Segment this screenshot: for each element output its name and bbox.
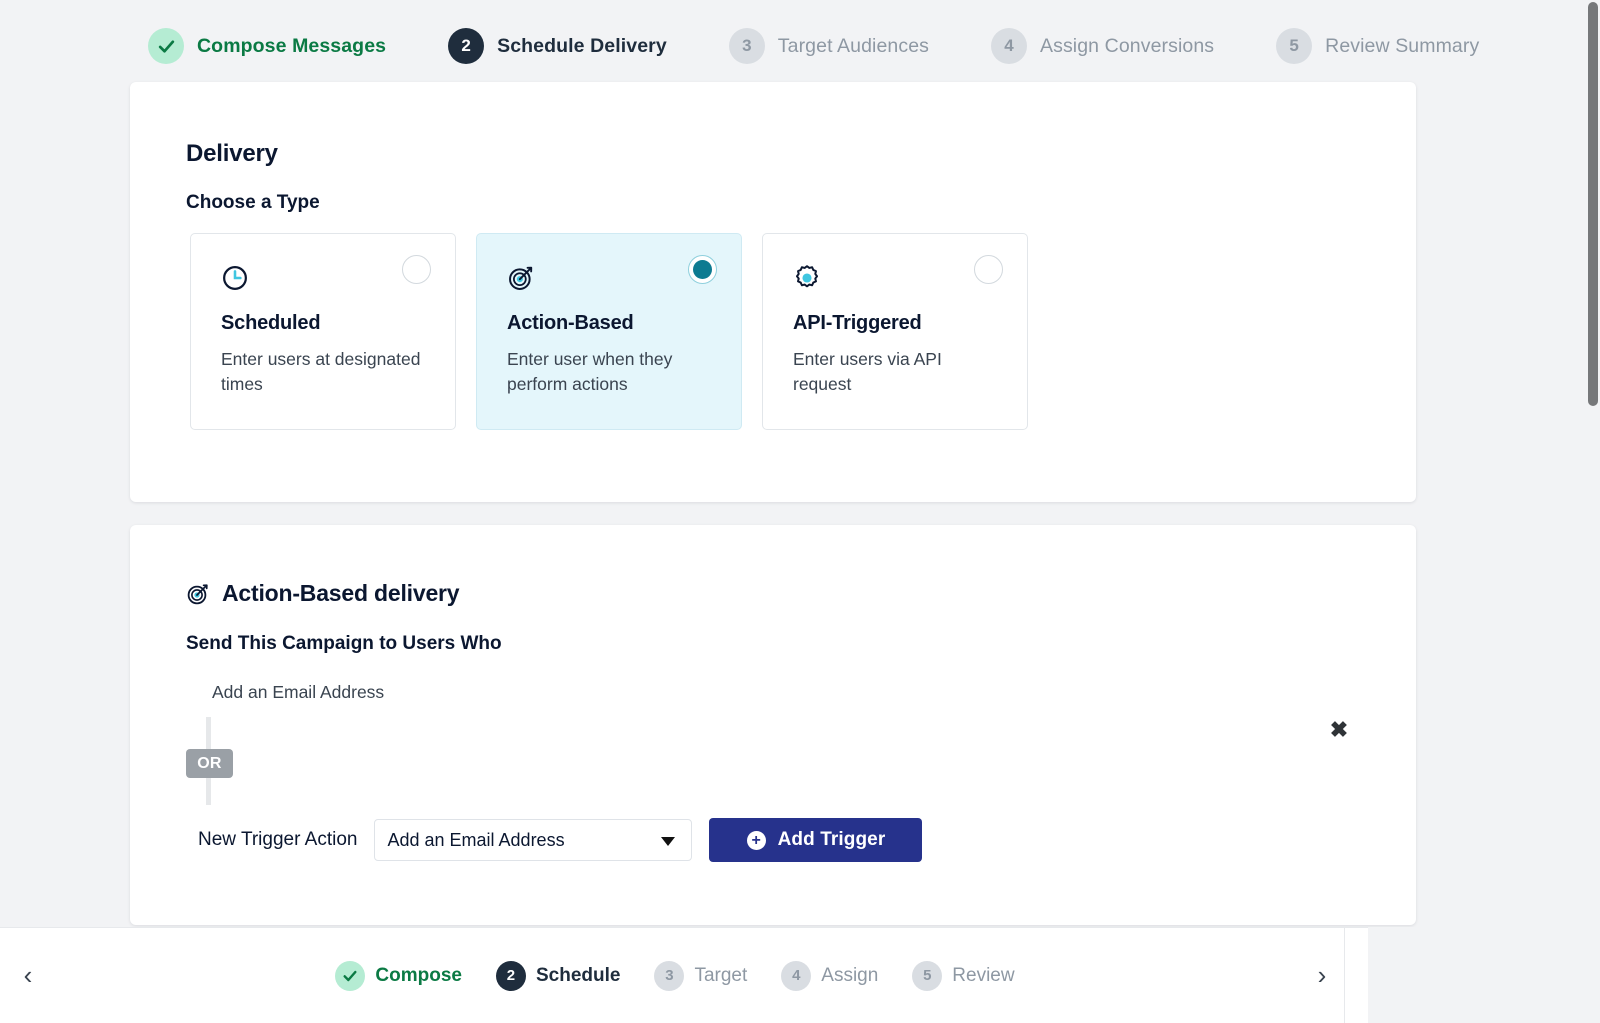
stepper-label-target: Target Audiences — [777, 34, 929, 57]
mini-step-number-5: 5 — [912, 960, 943, 991]
top-stepper: Compose Messages 2 Schedule Delivery 3 T… — [0, 0, 1592, 92]
delivery-type-card-scheduled[interactable]: Scheduled Enter users at designated time… — [190, 233, 456, 430]
new-trigger-row: New Trigger Action Add an Email Address … — [198, 818, 923, 862]
stepper-label-schedule: Schedule Delivery — [497, 34, 667, 57]
delivery-type-name-scheduled: Scheduled — [221, 312, 321, 334]
stepper-label-assign: Assign Conversions — [1040, 34, 1215, 57]
clock-icon — [221, 264, 249, 292]
mini-step-label-schedule: Schedule — [535, 964, 621, 986]
stepper-item-review[interactable]: 5 Review Summary — [1276, 28, 1479, 64]
delivery-type-card-action-based[interactable]: Action-Based Enter user when they perfor… — [476, 233, 742, 430]
scrollbar-thumb[interactable] — [1588, 2, 1598, 406]
radio-scheduled[interactable] — [402, 255, 431, 284]
mini-step-number-2: 2 — [495, 960, 526, 991]
mini-step-label-review: Review — [952, 964, 1015, 986]
delivery-type-desc-action-based: Enter user when they perform actions — [507, 349, 673, 394]
vertical-scrollbar[interactable] — [1586, 0, 1600, 928]
mini-step-number-3: 3 — [654, 960, 685, 991]
delivery-type-card-api-triggered[interactable]: API-Triggered Enter users via API reques… — [762, 233, 1028, 430]
add-trigger-button[interactable]: + Add Trigger — [709, 818, 923, 862]
send-campaign-heading: Send This Campaign to Users Who — [186, 633, 502, 654]
delivery-type-name-action-based: Action-Based — [507, 312, 634, 334]
previous-step-icon[interactable]: ‹ — [6, 954, 50, 998]
add-trigger-label: Add Trigger — [777, 829, 886, 850]
radio-action-based[interactable] — [688, 255, 717, 284]
trigger-action-selected-value: Add an Email Address — [387, 829, 565, 850]
stepper-label-compose: Compose Messages — [197, 34, 387, 57]
delivery-type-desc-api-triggered: Enter users via API request — [793, 349, 942, 394]
bottom-mini-stepper: Compose 2 Schedule 3 Target 4 Assign 5 R… — [50, 960, 1300, 991]
plus-icon: + — [746, 830, 766, 850]
check-icon — [148, 28, 184, 64]
step-number-5: 5 — [1276, 28, 1313, 64]
delivery-type-grid: Scheduled Enter users at designated time… — [190, 233, 1028, 430]
stepper-item-compose[interactable]: Compose Messages — [148, 28, 386, 64]
close-icon[interactable]: ✖ — [1328, 717, 1350, 743]
step-number-4: 4 — [991, 28, 1027, 64]
next-step-icon[interactable]: › — [1300, 954, 1344, 998]
new-trigger-action-label: New Trigger Action — [198, 829, 358, 850]
delivery-type-name-api-triggered: API-Triggered — [793, 312, 922, 334]
gear-icon — [793, 264, 821, 292]
trigger-action-select[interactable]: Add an Email Address — [374, 819, 693, 861]
existing-trigger-label: Add an Email Address — [212, 682, 385, 702]
target-icon — [507, 264, 535, 292]
step-number-3: 3 — [728, 28, 765, 64]
mini-step-label-target: Target — [694, 964, 748, 986]
stepper-label-review: Review Summary — [1325, 34, 1480, 57]
step-number-2: 2 — [448, 28, 485, 64]
or-badge: OR — [186, 749, 233, 778]
target-icon — [186, 582, 210, 606]
action-based-title-row: Action-Based delivery — [186, 580, 460, 607]
check-icon — [335, 960, 366, 991]
choose-a-type-heading: Choose a Type — [186, 192, 320, 213]
mini-step-compose[interactable]: Compose — [335, 960, 462, 991]
bottom-bar-divider — [1344, 927, 1345, 1023]
action-based-title: Action-Based delivery — [222, 580, 460, 606]
radio-api-triggered[interactable] — [974, 255, 1003, 284]
bottom-right-background — [1368, 927, 1600, 1023]
mini-step-label-assign: Assign — [821, 964, 879, 986]
chevron-down-icon — [661, 837, 676, 846]
mini-step-review[interactable]: 5 Review — [912, 960, 1015, 991]
mini-step-target[interactable]: 3 Target — [654, 960, 748, 991]
stepper-item-assign[interactable]: 4 Assign Conversions — [991, 28, 1214, 64]
mini-step-assign[interactable]: 4 Assign — [781, 960, 879, 991]
bottom-navigation-bar: ‹ Compose 2 Schedule 3 Target 4 Assign 5… — [0, 927, 1600, 1023]
mini-step-number-4: 4 — [781, 960, 812, 991]
mini-step-schedule[interactable]: 2 Schedule — [495, 960, 621, 991]
page-title: Delivery — [186, 140, 278, 167]
delivery-type-desc-scheduled: Enter users at designated times — [221, 349, 421, 394]
page-root: Compose Messages 2 Schedule Delivery 3 T… — [0, 0, 1600, 1023]
stepper-item-schedule[interactable]: 2 Schedule Delivery — [448, 28, 667, 64]
stepper-item-target[interactable]: 3 Target Audiences — [728, 28, 929, 64]
mini-step-label-compose: Compose — [375, 964, 462, 986]
